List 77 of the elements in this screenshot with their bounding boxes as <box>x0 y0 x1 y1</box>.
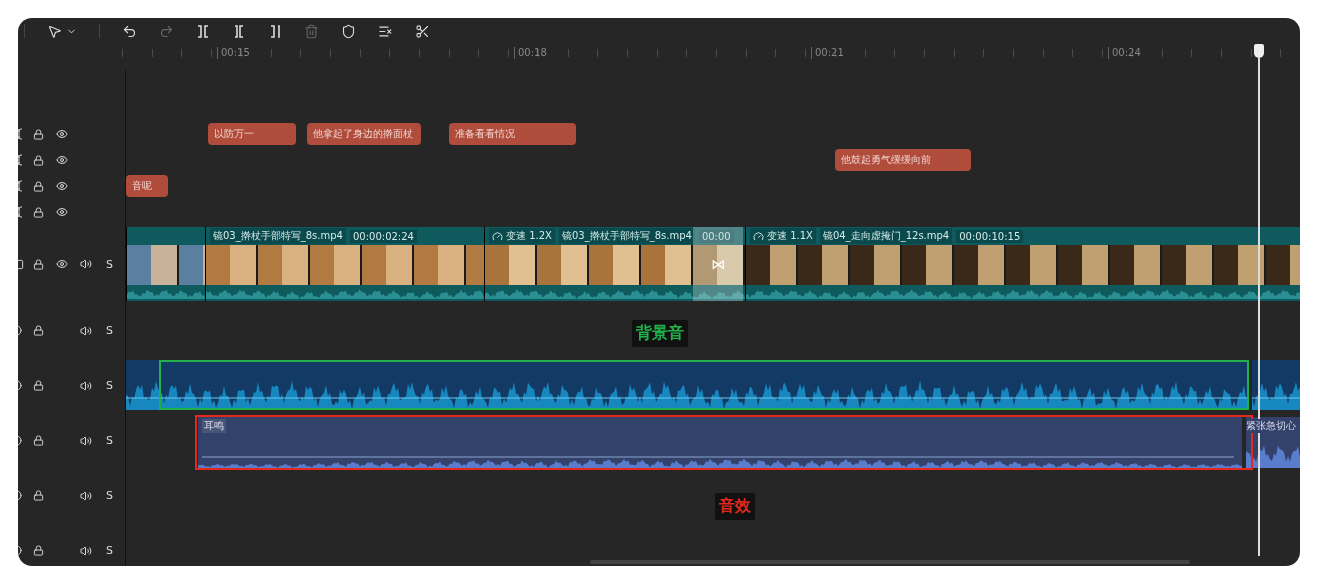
split-right-tool[interactable] <box>268 23 282 39</box>
caption-icon <box>378 23 393 39</box>
speaker-icon[interactable] <box>80 434 92 447</box>
speed-label: 变速 1.2X <box>489 228 555 244</box>
lock-icon[interactable] <box>33 490 44 501</box>
video-clip[interactable]: 变速 1.1X 镜04_走向虚掩门_12s.mp4 00:00:10:15 <box>745 227 1300 301</box>
solo-toggle[interactable]: S <box>106 434 113 447</box>
text-clip[interactable]: 他鼓起勇气缓缓向前 <box>835 149 971 171</box>
split-icon <box>268 23 282 39</box>
solo-toggle[interactable]: S <box>106 379 113 392</box>
clip-name: 镜03_擀杖手部特写_8s.mp4 <box>558 228 695 244</box>
scissors-icon <box>415 23 430 39</box>
text-clip[interactable]: 以防万一 <box>208 123 296 145</box>
playhead-handle[interactable] <box>1254 44 1264 58</box>
clip-duration: 00:00 <box>698 229 734 243</box>
annotation-label: 背景音 <box>632 320 688 347</box>
lock-icon[interactable] <box>33 325 44 336</box>
clip-name: 紧张急切心 <box>1246 419 1296 433</box>
transition-icon: ⋈ <box>711 256 725 272</box>
smart-cut-tool[interactable] <box>415 23 430 39</box>
lock-icon[interactable] <box>33 206 44 218</box>
clip-name: 镜03_擀杖手部特写_8s.mp4 <box>210 228 346 244</box>
eye-icon[interactable] <box>56 206 68 218</box>
caption-tool[interactable] <box>378 23 393 39</box>
video-clip[interactable]: 镜03_擀杖手部特写_8s.mp4 00:00:02:24 <box>205 227 484 301</box>
speed-icon <box>492 230 503 242</box>
split-icon <box>232 23 246 39</box>
delete-icon <box>304 23 319 39</box>
undo-icon <box>122 23 137 39</box>
audio-clip[interactable] <box>1252 360 1300 410</box>
eye-icon[interactable] <box>56 258 68 270</box>
speaker-icon[interactable] <box>80 379 92 392</box>
split-icon <box>196 23 210 39</box>
lock-icon[interactable] <box>33 380 44 391</box>
clip-duration: 00:00:02:24 <box>349 229 417 243</box>
lock-icon[interactable] <box>33 545 44 556</box>
split-tool[interactable] <box>196 23 210 39</box>
solo-toggle[interactable]: S <box>106 544 113 557</box>
speaker-icon[interactable] <box>80 258 92 270</box>
speed-icon <box>753 230 764 242</box>
clip-duration: 00:00:10:15 <box>956 229 1024 243</box>
annotation-label: 音效 <box>715 493 755 520</box>
redo-icon <box>159 23 174 39</box>
lock-icon[interactable] <box>33 154 44 166</box>
clip-name: 耳鸣 <box>202 419 226 433</box>
cursor-icon <box>47 23 62 39</box>
select-tool[interactable] <box>47 23 77 39</box>
split-left-tool[interactable] <box>232 23 246 39</box>
time-label: 00:15 <box>217 47 250 59</box>
shield-icon <box>341 23 356 39</box>
text-clip[interactable]: 他拿起了身边的擀面杖 <box>307 123 421 145</box>
clip-name: 镜04_走向虚掩门_12s.mp4 <box>819 228 953 244</box>
speed-label: 变速 1.1X <box>750 228 816 244</box>
speaker-icon[interactable] <box>80 324 92 337</box>
lock-icon[interactable] <box>33 258 44 270</box>
lock-icon[interactable] <box>33 128 44 140</box>
text-clip[interactable]: 音呢 <box>126 175 168 197</box>
time-label: 00:21 <box>811 47 844 59</box>
speaker-icon[interactable] <box>80 544 92 557</box>
marker-tool[interactable] <box>341 23 356 39</box>
time-label: 00:18 <box>514 47 547 59</box>
solo-toggle[interactable]: S <box>106 489 113 502</box>
eye-icon[interactable] <box>56 180 68 192</box>
lock-icon[interactable] <box>33 180 44 192</box>
lock-icon[interactable] <box>33 435 44 446</box>
eye-icon[interactable] <box>56 128 68 140</box>
undo-tool[interactable] <box>122 23 137 39</box>
eye-icon[interactable] <box>56 154 68 166</box>
audio-clip[interactable]: 耳鸣 <box>198 417 1242 468</box>
speaker-icon[interactable] <box>80 489 92 502</box>
solo-toggle[interactable]: S <box>106 257 113 271</box>
waveform-drawing <box>1246 444 1300 468</box>
time-label: 00:24 <box>1108 47 1141 59</box>
solo-toggle[interactable]: S <box>106 324 113 337</box>
text-clip[interactable]: 准备看看情况 <box>449 123 576 145</box>
audio-clip[interactable]: 紧张急切心 <box>1246 417 1300 468</box>
video-clip[interactable] <box>126 227 205 301</box>
